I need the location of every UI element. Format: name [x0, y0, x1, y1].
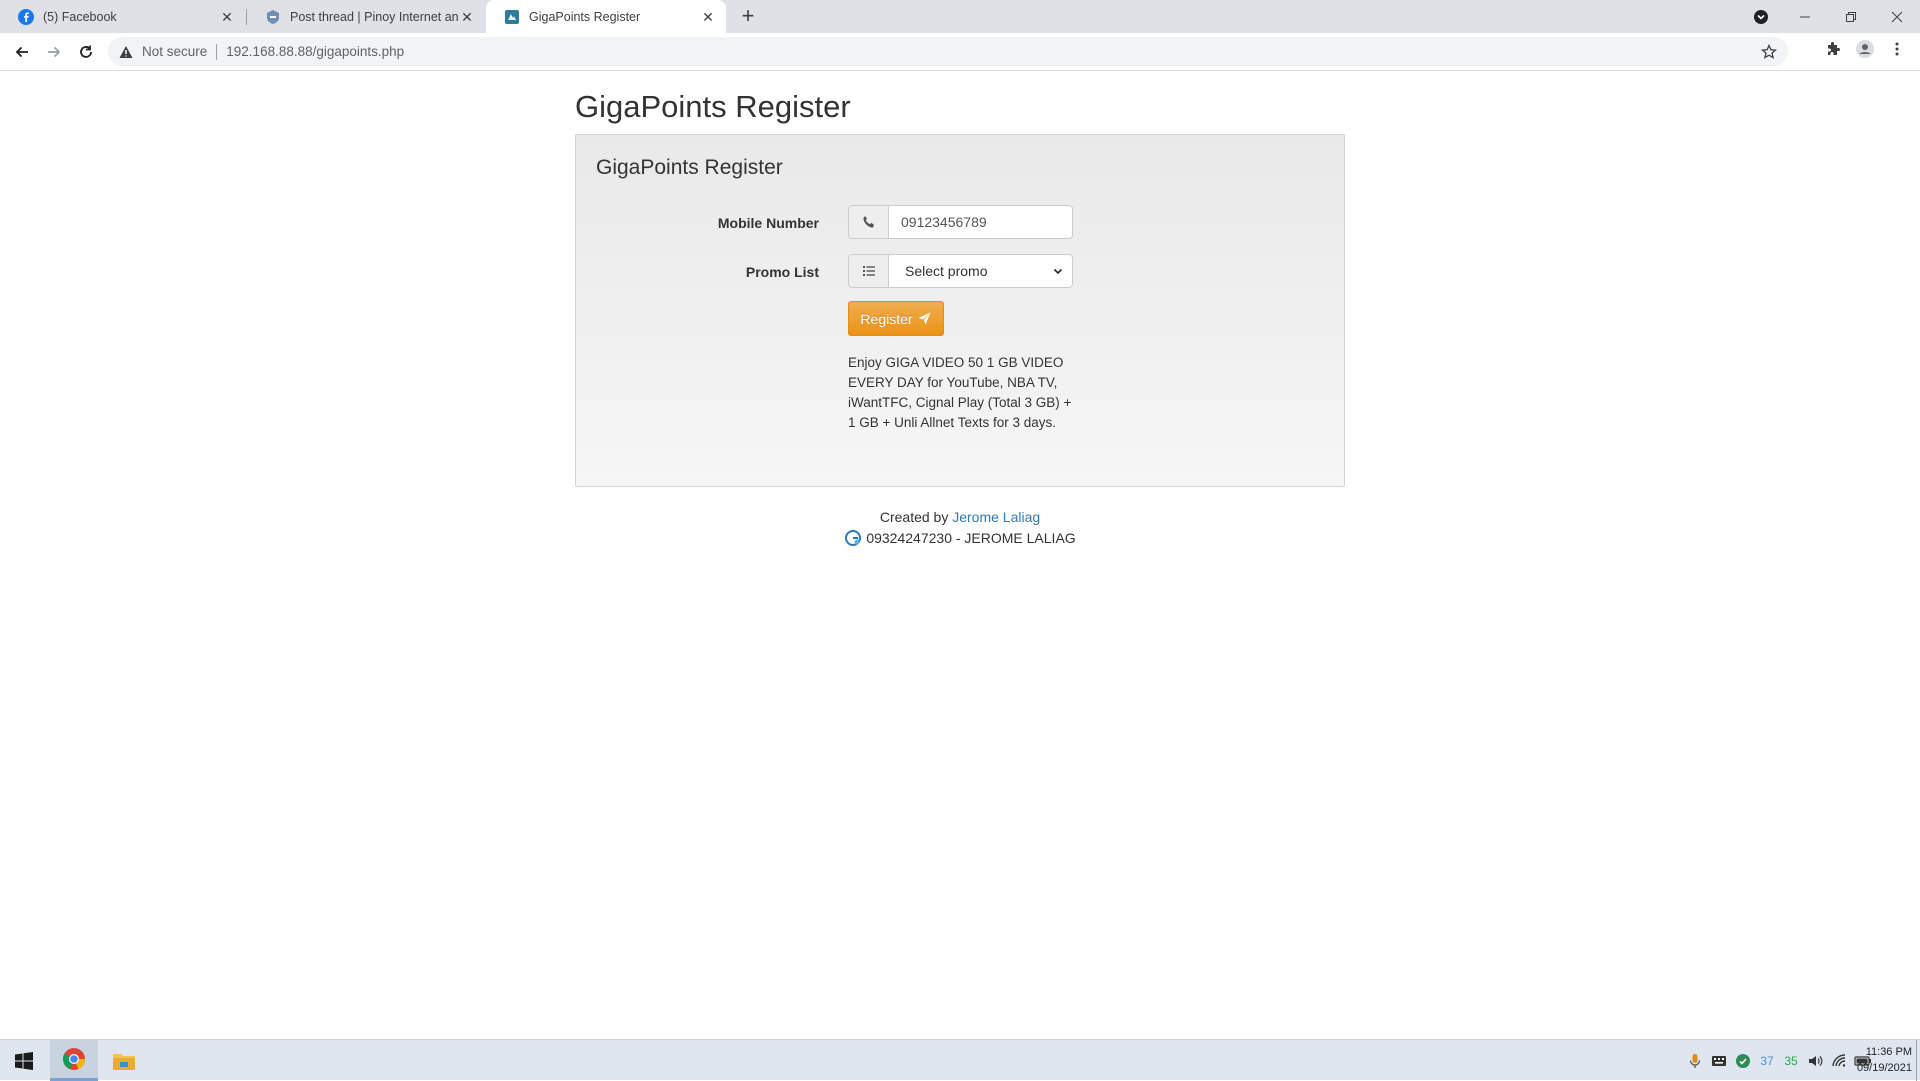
minimize-icon[interactable] [1782, 0, 1828, 33]
clock-date: 09/19/2021 [1856, 1062, 1912, 1074]
show-desktop-button[interactable] [1916, 1040, 1920, 1081]
close-window-icon[interactable] [1874, 0, 1920, 33]
tab-facebook[interactable]: (5) Facebook ✕ [0, 0, 245, 33]
page-title: GigaPoints Register [575, 89, 851, 124]
tab-title: (5) Facebook [43, 9, 117, 24]
file-explorer-taskbar-icon[interactable] [100, 1040, 148, 1081]
restore-icon[interactable] [1828, 0, 1874, 33]
tray-counter-2[interactable]: 35 [1782, 1052, 1800, 1070]
address-bar[interactable]: Not secure 192.168.88.88/gigapoints.php [108, 37, 1788, 66]
security-label[interactable]: Not secure [142, 44, 207, 59]
footer-contact: 09324247230 - JEROME LALIAG [0, 529, 1920, 546]
promo-select[interactable]: Select promo [889, 255, 1072, 287]
close-tab-icon[interactable]: ✕ [459, 9, 475, 25]
mobile-number-input[interactable]: 09123456789 [889, 206, 1072, 238]
back-arrow-icon[interactable] [8, 38, 36, 66]
chevron-down-icon [1052, 265, 1064, 277]
phone-icon [849, 206, 889, 238]
panel-title: GigaPoints Register [596, 156, 783, 179]
promo-list-group: Select promo [848, 254, 1073, 288]
chrome-taskbar-icon[interactable] [50, 1040, 98, 1081]
mobile-number-label: Mobile Number [717, 215, 819, 231]
globe-logo-icon [844, 529, 861, 546]
clock-time: 11:36 PM [1865, 1046, 1912, 1058]
author-link[interactable]: Jerome Laliag [952, 509, 1040, 525]
browser-tab-bar: (5) Facebook ✕ Post thread | Pinoy Inter… [0, 0, 1920, 33]
bookmark-star-icon[interactable] [1760, 43, 1778, 61]
security-shield-icon[interactable] [1734, 1052, 1752, 1070]
menu-kebab-icon[interactable] [1886, 38, 1908, 60]
promo-description: Enjoy GIGA VIDEO 50 1 GB VIDEO EVERY DAY… [848, 355, 1072, 430]
register-button-label: Register [860, 310, 913, 327]
forum-icon [265, 9, 281, 25]
close-tab-icon[interactable]: ✕ [700, 9, 716, 25]
tab-search-icon[interactable] [1738, 0, 1784, 33]
forward-arrow-icon[interactable] [40, 38, 68, 66]
web-page: GigaPoints Register GigaPoints Register … [0, 72, 1920, 1039]
tab-title: Post thread | Pinoy Internet and T [290, 9, 459, 24]
keyboard-icon[interactable] [1710, 1052, 1728, 1070]
wifi-icon[interactable] [1830, 1052, 1848, 1070]
tab-gigapoints-register[interactable]: GigaPoints Register ✕ [486, 0, 726, 33]
mobile-number-group: 09123456789 [848, 205, 1073, 239]
reload-icon[interactable] [72, 38, 100, 66]
address-divider [216, 43, 218, 60]
footer-credit: Created by Jerome Laliag [0, 509, 1920, 525]
windows-start-icon[interactable] [0, 1040, 48, 1081]
url-text[interactable]: 192.168.88.88/gigapoints.php [226, 44, 404, 59]
tab-post-thread[interactable]: Post thread | Pinoy Internet and T ✕ [247, 0, 485, 33]
profile-avatar-icon[interactable] [1854, 38, 1876, 60]
extensions-puzzle-icon[interactable] [1822, 38, 1844, 60]
facebook-icon [18, 8, 34, 25]
list-icon [849, 255, 889, 287]
register-panel: GigaPoints Register Mobile Number 091234… [575, 134, 1345, 487]
promo-select-value: Select promo [905, 263, 988, 279]
site-icon [504, 9, 520, 25]
promo-list-label: Promo List [745, 264, 819, 280]
created-by-text: Created by [879, 509, 949, 525]
microphone-icon[interactable] [1686, 1052, 1704, 1070]
register-button[interactable]: Register [848, 301, 944, 336]
new-tab-button[interactable]: + [736, 5, 760, 29]
system-tray: 37 35 [1686, 1040, 1872, 1081]
browser-toolbar: Not secure 192.168.88.88/gigapoints.php [0, 33, 1920, 71]
close-tab-icon[interactable]: ✕ [219, 9, 235, 25]
volume-icon[interactable] [1806, 1052, 1824, 1070]
tray-counter-1[interactable]: 37 [1758, 1052, 1776, 1070]
windows-taskbar: 37 35 11:36 PM 09/19/2021 [0, 1039, 1920, 1081]
tab-title: GigaPoints Register [529, 9, 641, 24]
warning-icon[interactable] [118, 44, 134, 60]
send-icon [918, 312, 932, 326]
contact-text: 09324247230 - JEROME LALIAG [866, 529, 1076, 546]
taskbar-clock[interactable]: 11:36 PM 09/19/2021 [1852, 1044, 1912, 1076]
